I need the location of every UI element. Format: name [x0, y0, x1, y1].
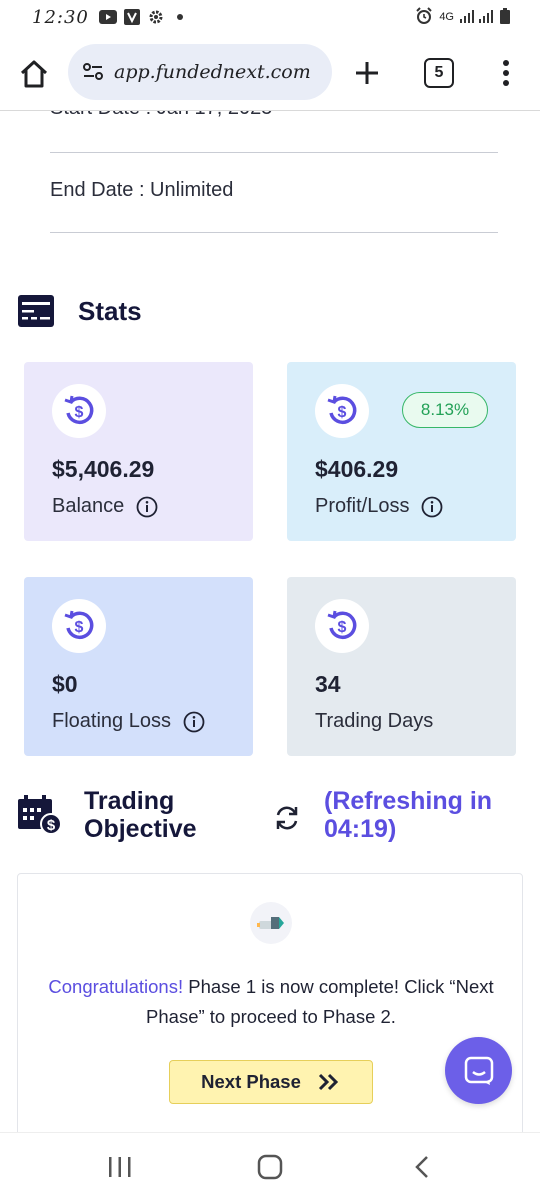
end-date: End Date : Unlimited	[50, 179, 234, 201]
trading-days-label-row: Trading Days	[315, 710, 516, 733]
rocket-icon	[250, 902, 292, 944]
floating-loss-label: Floating Loss	[52, 710, 171, 732]
info-icon[interactable]	[183, 711, 205, 733]
next-phase-button[interactable]: Next Phase	[169, 1060, 373, 1104]
profit-percent-badge: 8.13%	[402, 392, 488, 428]
next-phase-label: Next Phase	[201, 1071, 301, 1092]
plus-icon[interactable]	[352, 58, 382, 88]
objective-panel: Congratulations! Phase 1 is now complete…	[17, 873, 523, 1132]
system-nav-bar	[0, 1132, 540, 1200]
notification-dot-icon	[171, 9, 189, 25]
balance-label: Balance	[52, 495, 125, 517]
stats-header: Stats	[18, 295, 142, 327]
trading-days-label: Trading Days	[315, 710, 434, 732]
profit-loss-card: $ 8.13% $406.29 Profit/Loss	[287, 362, 516, 541]
dollar-refresh-icon: $	[315, 599, 369, 653]
floating-loss-label-row: Floating Loss	[52, 710, 253, 733]
youtube-icon	[98, 9, 117, 25]
status-time: 12:30	[32, 6, 89, 28]
info-icon[interactable]	[421, 496, 443, 518]
completion-message: Congratulations! Phase 1 is now complete…	[32, 972, 510, 1032]
address-bar[interactable]: app.fundednext.com	[68, 44, 332, 100]
profit-loss-label: Profit/Loss	[315, 495, 410, 517]
back-icon[interactable]	[410, 1153, 434, 1181]
floating-loss-card: $ $0 Floating Loss	[24, 577, 253, 756]
info-icon[interactable]	[136, 496, 158, 518]
stats-title: Stats	[78, 295, 142, 326]
home-icon[interactable]	[18, 58, 50, 90]
alarm-icon	[415, 6, 433, 28]
nav-home-icon[interactable]	[256, 1153, 284, 1181]
balance-card: $ $5,406.29 Balance	[24, 362, 253, 541]
svg-text:$: $	[338, 619, 347, 636]
start-date: Start Date : Jan 17, 2025	[50, 111, 498, 120]
balance-label-row: Balance	[52, 495, 253, 518]
refresh-icon[interactable]	[272, 803, 302, 833]
message-text: Phase 1 is now complete! Click “Next Pha…	[146, 976, 494, 1027]
status-right: 4G	[415, 6, 510, 28]
battery-icon	[500, 7, 510, 27]
divider	[50, 232, 498, 233]
vpn-icon	[123, 9, 141, 25]
floating-loss-value: $0	[52, 671, 78, 697]
browser-toolbar: app.fundednext.com 5	[0, 38, 540, 108]
card-icon	[18, 295, 54, 327]
dollar-refresh-icon: $	[315, 384, 369, 438]
chat-icon[interactable]	[445, 1037, 512, 1104]
tab-switcher-button[interactable]: 5	[424, 58, 454, 88]
trading-objective-title: Trading Objective	[84, 787, 197, 843]
profit-loss-label-row: Profit/Loss	[315, 495, 516, 518]
calendar-dollar-icon: $	[18, 795, 62, 835]
recent-apps-icon[interactable]	[106, 1155, 134, 1179]
settings-gear-icon	[147, 9, 165, 25]
trading-days-card: $ 34 Trading Days	[287, 577, 516, 756]
trading-days-value: 34	[315, 671, 341, 697]
signal-icon	[460, 9, 494, 26]
status-bar: 12:30 4G	[0, 0, 540, 34]
dollar-refresh-icon: $	[52, 599, 106, 653]
network-type: 4G	[439, 11, 454, 23]
url-text[interactable]: app.fundednext.com	[114, 61, 311, 83]
svg-text:$: $	[47, 817, 56, 834]
balance-value: $5,406.29	[52, 456, 155, 482]
svg-text:$: $	[75, 619, 84, 636]
dollar-refresh-icon: $	[52, 384, 106, 438]
refresh-countdown: (Refreshing in 04:19)	[324, 787, 493, 843]
profit-loss-value: $406.29	[315, 456, 399, 482]
svg-text:$: $	[75, 404, 84, 421]
trading-objective-header: $ Trading Objective	[18, 787, 234, 843]
message-highlight: Congratulations!	[48, 976, 184, 997]
double-chevron-right-icon	[317, 1073, 341, 1091]
svg-text:$: $	[338, 404, 347, 421]
divider	[50, 152, 498, 153]
page-content[interactable]: Start Date : Jan 17, 2025 End Date : Unl…	[0, 111, 540, 1132]
more-vert-icon[interactable]	[496, 58, 516, 88]
tune-icon[interactable]	[82, 61, 104, 83]
